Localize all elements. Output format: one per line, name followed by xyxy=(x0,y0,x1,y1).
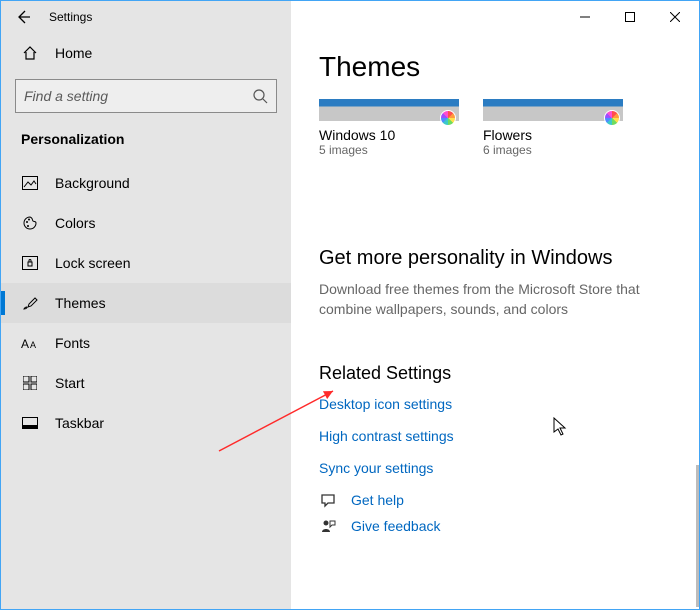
sidebar-item-colors[interactable]: Colors xyxy=(1,203,291,243)
scrollbar[interactable] xyxy=(696,465,699,607)
sidebar: Settings Home Personalization Background… xyxy=(1,33,291,609)
sidebar-item-start[interactable]: Start xyxy=(1,363,291,403)
search-box[interactable] xyxy=(15,79,277,113)
theme-name: Windows 10 xyxy=(319,127,459,143)
color-wheel-icon xyxy=(604,110,620,126)
sidebar-item-label: Fonts xyxy=(55,335,90,351)
page-heading: Themes xyxy=(319,51,675,83)
sidebar-item-themes[interactable]: Themes xyxy=(1,283,291,323)
give-feedback-link[interactable]: Give feedback xyxy=(319,518,675,534)
close-icon xyxy=(670,12,680,22)
taskbar-icon xyxy=(21,417,39,429)
sidebar-item-taskbar[interactable]: Taskbar xyxy=(1,403,291,443)
lock-screen-icon xyxy=(21,256,39,270)
palette-icon xyxy=(21,215,39,231)
feedback-person-icon xyxy=(319,518,337,534)
maximize-button[interactable] xyxy=(607,2,652,32)
header-bar: Settings xyxy=(1,1,291,33)
theme-thumbnail xyxy=(483,99,623,121)
home-icon xyxy=(21,45,39,61)
fonts-icon: AA xyxy=(21,336,39,350)
back-button[interactable] xyxy=(15,9,31,25)
chat-help-icon xyxy=(319,492,337,508)
sidebar-item-label: Themes xyxy=(55,295,106,311)
svg-text:A: A xyxy=(21,337,29,350)
link-high-contrast-settings[interactable]: High contrast settings xyxy=(319,428,675,444)
more-description: Download free themes from the Microsoft … xyxy=(319,280,659,319)
sidebar-item-label: Colors xyxy=(55,215,95,231)
give-feedback-label: Give feedback xyxy=(351,518,441,534)
theme-card[interactable]: Flowers 6 images xyxy=(483,99,623,157)
svg-text:A: A xyxy=(30,340,36,350)
image-icon xyxy=(21,176,39,190)
get-help-label: Get help xyxy=(351,492,404,508)
search-input[interactable] xyxy=(24,88,252,104)
section-title: Personalization xyxy=(1,123,291,163)
sidebar-item-label: Taskbar xyxy=(55,415,104,431)
link-sync-your-settings[interactable]: Sync your settings xyxy=(319,460,675,476)
start-icon xyxy=(21,376,39,390)
theme-subtext: 5 images xyxy=(319,143,459,157)
related-heading: Related Settings xyxy=(319,363,675,384)
nav-home[interactable]: Home xyxy=(1,33,291,73)
nav-home-label: Home xyxy=(55,45,92,61)
sidebar-item-label: Lock screen xyxy=(55,255,130,271)
main-content: Themes Windows 10 5 images Flowers 6 ima… xyxy=(291,33,699,609)
link-desktop-icon-settings[interactable]: Desktop icon settings xyxy=(319,396,675,412)
theme-thumbnail xyxy=(319,99,459,121)
minimize-button[interactable] xyxy=(562,2,607,32)
sidebar-item-label: Start xyxy=(55,375,85,391)
get-help-link[interactable]: Get help xyxy=(319,492,675,508)
sidebar-item-label: Background xyxy=(55,175,130,191)
more-heading: Get more personality in Windows xyxy=(319,247,675,270)
color-wheel-icon xyxy=(440,110,456,126)
maximize-icon xyxy=(625,12,635,22)
sidebar-item-fonts[interactable]: AA Fonts xyxy=(1,323,291,363)
theme-subtext: 6 images xyxy=(483,143,623,157)
search-icon xyxy=(252,88,268,104)
back-arrow-icon xyxy=(15,9,31,25)
theme-card[interactable]: Windows 10 5 images xyxy=(319,99,459,157)
sidebar-item-background[interactable]: Background xyxy=(1,163,291,203)
minimize-icon xyxy=(580,12,590,22)
app-title: Settings xyxy=(49,10,92,24)
close-button[interactable] xyxy=(652,2,697,32)
sidebar-item-lock-screen[interactable]: Lock screen xyxy=(1,243,291,283)
theme-name: Flowers xyxy=(483,127,623,143)
brush-icon xyxy=(21,295,39,311)
